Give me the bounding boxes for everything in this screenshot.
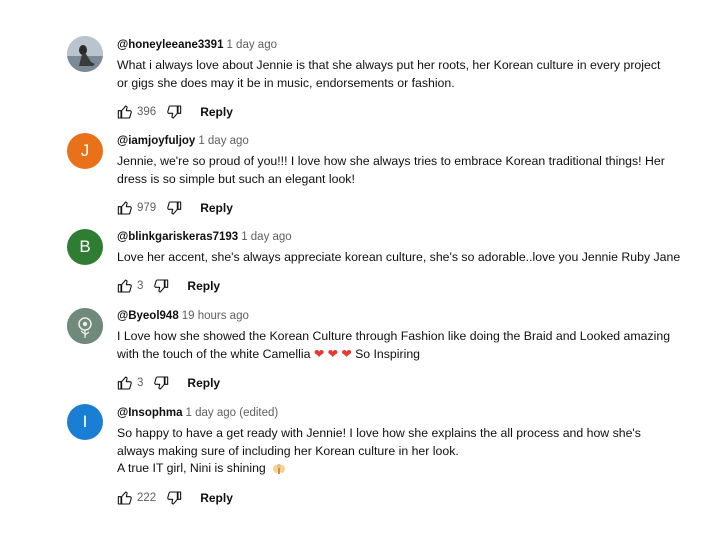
comment-line: So happy to have a get ready with Jennie… [117, 426, 641, 440]
like-count: 3 [137, 377, 144, 389]
thumbs-up-icon [117, 278, 132, 293]
comment-time[interactable]: 1 day ago (edited) [186, 407, 279, 419]
comment-author[interactable]: @blinkgariskeras7193 [117, 231, 238, 243]
thumbs-down-icon [167, 490, 182, 505]
thumbs-down-icon [167, 105, 182, 119]
thumbs-down-icon [167, 201, 182, 215]
comment-line-text: with the touch of the white Camellia [117, 346, 311, 361]
fairy-emoji-icon [272, 462, 286, 476]
heart-emoji-icon: ❤ [313, 346, 325, 361]
comment-line: dress is so simple but such an elegant l… [117, 171, 355, 186]
avatar-letter: J [80, 141, 90, 160]
comment-text: I Love how she showed the Korean Culture… [117, 328, 677, 363]
flower-photo-icon [67, 308, 103, 344]
like-button[interactable]: 396 [117, 104, 166, 120]
comment-text: Love her accent, she's always appreciate… [117, 249, 681, 267]
comment-line: Jennie, we're so proud of you!!! I love … [117, 154, 665, 168]
comment-line: Love her accent, she's always appreciate… [117, 250, 681, 264]
thumbs-up-icon [117, 376, 132, 390]
reply-button[interactable]: Reply [187, 376, 220, 390]
comment-time[interactable]: 19 hours ago [182, 310, 249, 322]
like-button[interactable]: 3 [117, 278, 153, 294]
comment-author[interactable]: @Byeol948 [117, 310, 179, 322]
heart-emoji-icon: ❤ [341, 346, 352, 361]
reply-button[interactable]: Reply [200, 491, 233, 505]
reply-button[interactable]: Reply [200, 201, 233, 215]
avatar[interactable] [67, 36, 103, 72]
avatar-letter: B [79, 237, 91, 256]
like-count: 396 [137, 106, 157, 118]
comment-line-with-hearts: with the touch of the white Camellia ❤ ❤… [117, 346, 677, 364]
thumbs-up-icon [117, 105, 132, 119]
comment-line: I Love how she showed the Korean Culture… [117, 329, 671, 343]
comment-author[interactable]: @honeyleeane3391 [117, 39, 223, 51]
like-button[interactable]: 3 [117, 375, 153, 391]
comment-text: What i always love about Jennie is that … [117, 57, 677, 92]
comment-time[interactable]: 1 day ago [198, 135, 249, 147]
like-button[interactable]: 979 [117, 200, 166, 216]
user-photo-icon [67, 36, 103, 72]
avatar[interactable]: B [67, 229, 103, 265]
avatar-letter: I [82, 412, 88, 431]
like-count: 222 [137, 491, 157, 504]
dislike-button[interactable] [153, 375, 169, 391]
comment-author[interactable]: @iamjoyfuljoy [117, 135, 195, 147]
avatar[interactable] [67, 308, 103, 344]
comment-line: What i always love about Jennie is that … [117, 58, 661, 72]
like-button[interactable]: 222 [117, 490, 166, 506]
dislike-button[interactable] [166, 490, 182, 506]
comment-time[interactable]: 1 day ago [241, 231, 292, 243]
comment-line-with-emoji: A true IT girl, Nini is shining [117, 460, 677, 478]
avatar[interactable]: I [67, 404, 103, 440]
comment-line-text: A true IT girl, Nini is shining [117, 461, 266, 475]
comment-line: always making sure of including her Kore… [117, 443, 459, 458]
avatar[interactable]: J [67, 133, 103, 169]
like-count: 979 [137, 202, 157, 214]
comment-text: So happy to have a get ready with Jennie… [117, 425, 677, 478]
dislike-button[interactable] [166, 200, 182, 216]
thumbs-up-icon [117, 490, 132, 505]
comment-text: Jennie, we're so proud of you!!! I love … [117, 153, 677, 188]
like-count: 3 [137, 279, 144, 292]
thumbs-down-icon [154, 278, 169, 293]
comment-time[interactable]: 1 day ago [226, 39, 277, 51]
reply-button[interactable]: Reply [187, 279, 220, 293]
comment-line: or gigs she does may it be in music, end… [117, 75, 455, 90]
dislike-button[interactable] [153, 278, 169, 294]
comment-line-suffix: So Inspiring [355, 346, 420, 361]
thumbs-down-icon [154, 376, 169, 390]
reply-button[interactable]: Reply [200, 105, 233, 119]
comment-author[interactable]: @Insophma [117, 407, 183, 419]
thumbs-up-icon [117, 201, 132, 215]
dislike-button[interactable] [166, 104, 182, 120]
heart-emoji-icon: ❤ [327, 346, 338, 361]
